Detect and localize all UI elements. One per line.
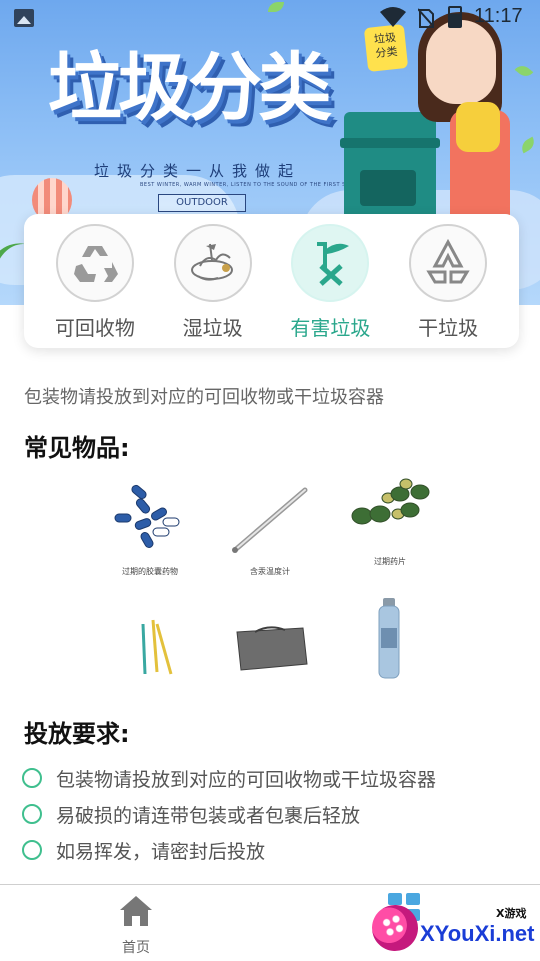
watermark-text: XYouXi.net (420, 921, 535, 946)
battery-sticks-icon (141, 619, 173, 675)
rule-text: 如易挥发，请密封后投放 (56, 840, 266, 863)
watermark: X游戏 XYouXi.net (365, 898, 540, 961)
spray-can-icon (378, 598, 400, 679)
item-capsules: 过期的胶囊药物 (90, 480, 210, 577)
bag-icon (236, 626, 308, 671)
category-wet-waste[interactable]: 湿垃圾 (157, 224, 269, 348)
recycle-icon (73, 246, 118, 282)
hazardous-waste-icon (317, 242, 350, 286)
banner-title: 垃圾分类 (48, 45, 332, 131)
nav-home-tab[interactable]: 首页 (96, 893, 176, 957)
category-label: 有害垃圾 (290, 316, 371, 340)
item-thermometer: 含汞温度计 (210, 480, 330, 577)
disposal-rules-list: 包装物请投放到对应的可回收物或干垃圾容器 易破损的请连带包装或者包裹后轻放 如易… (22, 760, 522, 868)
rule-text: 包装物请投放到对应的可回收物或干垃圾容器 (56, 768, 437, 791)
item-bag (210, 612, 330, 686)
home-icon (120, 896, 152, 926)
dry-waste-icon (426, 238, 470, 284)
item-batteries (90, 612, 210, 686)
no-sim-icon (418, 8, 434, 28)
category-recyclable[interactable]: 可回收物 (39, 224, 151, 348)
status-bar: 11:17 (0, 0, 540, 36)
category-tabs: 可回收物 湿垃圾 有害垃圾 干垃圾 (24, 214, 519, 348)
category-hazardous-waste[interactable]: 有害垃圾 (274, 224, 386, 348)
bottom-nav: 首页 X游戏 XYouXi.net (0, 884, 540, 960)
trash-bin-illustration (340, 112, 440, 222)
banner-badge: OUTDOOR TRAVEL (158, 194, 246, 224)
circle-bullet-icon (22, 840, 42, 860)
banner-small-text: BEST WINTER, WARM WINTER, LISTEN TO THE … (140, 182, 360, 188)
gallery-icon (14, 9, 34, 27)
category-label: 可回收物 (54, 316, 135, 340)
category-dry-waste[interactable]: 干垃圾 (392, 224, 504, 348)
item-caption: 过期的胶囊药物 (122, 567, 178, 576)
category-label: 干垃圾 (418, 316, 479, 340)
category-label: 湿垃圾 (182, 316, 243, 340)
item-spray-can (330, 592, 450, 686)
battery-icon (448, 6, 462, 28)
list-item: 包装物请投放到对应的可回收物或干垃圾容器 (22, 760, 522, 796)
thermometer-icon (232, 487, 308, 553)
disposal-rules-title: 投放要求: (24, 720, 130, 748)
wet-waste-icon (190, 243, 233, 281)
banner-subtitle: 垃圾分类一从我做起 (94, 162, 302, 180)
circle-bullet-icon (22, 804, 42, 824)
nav-home-label: 首页 (122, 940, 150, 956)
circle-bullet-icon (22, 768, 42, 788)
item-pills: 过期药片 (330, 474, 450, 567)
list-item: 如易挥发，请密封后投放 (22, 832, 522, 868)
wifi-icon (380, 7, 406, 27)
pills-icon (351, 478, 430, 525)
list-item: 易破损的请连带包装或者包裹后轻放 (22, 796, 522, 832)
disposal-tip: 包装物请投放到对应的可回收物或干垃圾容器 (24, 387, 384, 408)
capsules-icon (114, 484, 180, 548)
item-caption: 过期药片 (374, 557, 406, 566)
rule-text: 易破损的请连带包装或者包裹后轻放 (56, 804, 361, 827)
common-items-grid: 过期的胶囊药物 含汞温度计 过期药片 (90, 462, 450, 692)
watermark-small-text: X游戏 (496, 907, 527, 920)
status-time: 11:17 (474, 5, 523, 27)
gamepad-logo-icon (365, 898, 425, 958)
common-items-title: 常见物品: (24, 434, 130, 462)
item-caption: 含汞温度计 (250, 567, 290, 576)
